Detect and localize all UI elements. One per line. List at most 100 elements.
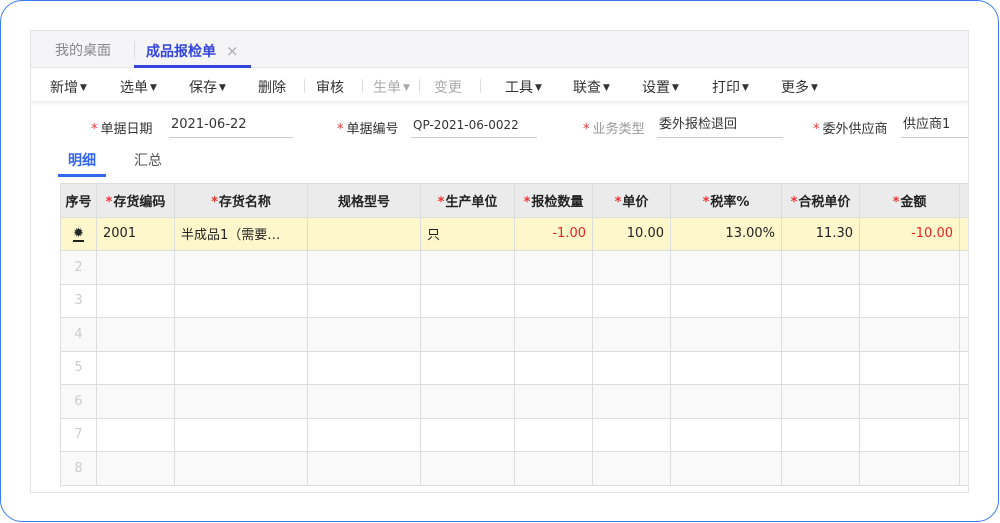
cell-name[interactable]: [174, 317, 308, 352]
cell-spec[interactable]: [307, 216, 421, 251]
cell-amount[interactable]: [859, 283, 960, 318]
column-header[interactable]: *报检数量: [514, 183, 593, 218]
cell-unit[interactable]: [420, 250, 515, 285]
cell-name[interactable]: [174, 250, 308, 285]
cell-unit[interactable]: [420, 417, 515, 452]
cell-amount[interactable]: [859, 417, 960, 452]
cell-qty[interactable]: [514, 451, 593, 486]
cell-code[interactable]: [96, 451, 175, 486]
table-row[interactable]: ✹ 2001 半成品1（需要… 只 -1.00 10.00 13.00% 11.30 -10.0…: [60, 216, 968, 251]
cell-amount[interactable]: [859, 317, 960, 352]
cell-name[interactable]: 半成品1（需要…: [174, 216, 308, 251]
cell-price[interactable]: [592, 451, 671, 486]
biz-type-field[interactable]: 委外报检退回: [657, 114, 783, 138]
supplier-field[interactable]: 供应商1: [901, 114, 968, 138]
cell-unit[interactable]: [420, 384, 515, 419]
toolbar-button-6[interactable]: 变更: [434, 77, 462, 97]
cell-tax[interactable]: [670, 384, 782, 419]
cell-price[interactable]: [592, 350, 671, 385]
table-row[interactable]: 6: [60, 384, 968, 419]
cell-name[interactable]: [174, 417, 308, 452]
cell-taxprice[interactable]: [781, 451, 860, 486]
toolbar-button-1[interactable]: 选单 ▼: [120, 77, 157, 97]
column-header[interactable]: *生产单位: [420, 183, 515, 218]
cell-qty[interactable]: -1.00: [514, 216, 593, 251]
cell-no[interactable]: 6: [60, 384, 97, 419]
cell-tax[interactable]: [670, 283, 782, 318]
cell-unit[interactable]: [420, 451, 515, 486]
column-header[interactable]: *存货名称: [174, 183, 308, 218]
cell-unit[interactable]: 只: [420, 216, 515, 251]
cell-code[interactable]: 2001: [96, 216, 175, 251]
cell-price[interactable]: [592, 250, 671, 285]
column-header[interactable]: 规格型号: [307, 183, 421, 218]
cell-name[interactable]: [174, 283, 308, 318]
cell-no[interactable]: 8: [60, 451, 97, 486]
cell-qty[interactable]: [514, 283, 593, 318]
cell-taxprice[interactable]: 11.30: [781, 216, 860, 251]
toolbar-button-8[interactable]: 联查 ▼: [573, 77, 610, 97]
subtab-summary[interactable]: 汇总: [134, 150, 162, 170]
cell-code[interactable]: [96, 384, 175, 419]
cell-price[interactable]: [592, 317, 671, 352]
date-field[interactable]: 2021-06-22: [169, 114, 293, 138]
column-header[interactable]: *金额: [859, 183, 960, 218]
table-row[interactable]: 7: [60, 417, 968, 452]
cell-code[interactable]: [96, 350, 175, 385]
cell-taxprice[interactable]: [781, 317, 860, 352]
cell-unit[interactable]: [420, 283, 515, 318]
tab-desktop[interactable]: 我的桌面: [55, 31, 111, 68]
cell-tax[interactable]: 13.00%: [670, 216, 782, 251]
cell-name[interactable]: [174, 451, 308, 486]
cell-amount[interactable]: [859, 250, 960, 285]
cell-name[interactable]: [174, 384, 308, 419]
cell-taxprice[interactable]: [781, 250, 860, 285]
table-row[interactable]: 2: [60, 250, 968, 285]
cell-amount[interactable]: [859, 384, 960, 419]
cell-no[interactable]: ✹: [60, 216, 97, 251]
cell-no[interactable]: 5: [60, 350, 97, 385]
cell-spec[interactable]: [307, 451, 421, 486]
subtab-detail[interactable]: 明细: [58, 150, 106, 177]
table-row[interactable]: 8: [60, 451, 968, 486]
toolbar-button-4[interactable]: 审核: [316, 77, 344, 97]
tab-inspection[interactable]: 成品报检单 ×: [134, 31, 251, 68]
toolbar-button-9[interactable]: 设置 ▼: [642, 77, 679, 97]
cell-tax[interactable]: [670, 250, 782, 285]
cell-tax[interactable]: [670, 451, 782, 486]
table-row[interactable]: 3: [60, 283, 968, 318]
cell-qty[interactable]: [514, 384, 593, 419]
cell-code[interactable]: [96, 283, 175, 318]
close-icon[interactable]: ×: [226, 42, 239, 60]
code-field[interactable]: QP-2021-06-0022: [411, 114, 537, 138]
cell-taxprice[interactable]: [781, 283, 860, 318]
cell-price[interactable]: [592, 384, 671, 419]
cell-price[interactable]: [592, 283, 671, 318]
table-row[interactable]: 5: [60, 350, 968, 385]
cell-taxprice[interactable]: [781, 350, 860, 385]
toolbar-button-0[interactable]: 新增 ▼: [50, 77, 87, 97]
cell-spec[interactable]: [307, 317, 421, 352]
cell-spec[interactable]: [307, 350, 421, 385]
table-row[interactable]: 4: [60, 317, 968, 352]
cell-qty[interactable]: [514, 250, 593, 285]
column-header[interactable]: *合税单价: [781, 183, 860, 218]
toolbar-button-11[interactable]: 更多 ▼: [781, 77, 818, 97]
toolbar-button-3[interactable]: 删除: [258, 77, 286, 97]
cell-tax[interactable]: [670, 317, 782, 352]
cell-amount[interactable]: [859, 350, 960, 385]
cell-code[interactable]: [96, 417, 175, 452]
cell-qty[interactable]: [514, 417, 593, 452]
toolbar-button-7[interactable]: 工具 ▼: [505, 77, 542, 97]
column-header[interactable]: *单价: [592, 183, 671, 218]
cell-amount[interactable]: [859, 451, 960, 486]
cell-no[interactable]: 3: [60, 283, 97, 318]
cell-qty[interactable]: [514, 317, 593, 352]
cell-code[interactable]: [96, 250, 175, 285]
cell-spec[interactable]: [307, 250, 421, 285]
toolbar-button-5[interactable]: 生单 ▼: [373, 77, 410, 97]
cell-taxprice[interactable]: [781, 417, 860, 452]
cell-unit[interactable]: [420, 350, 515, 385]
column-header[interactable]: *存货编码: [96, 183, 175, 218]
cell-code[interactable]: [96, 317, 175, 352]
